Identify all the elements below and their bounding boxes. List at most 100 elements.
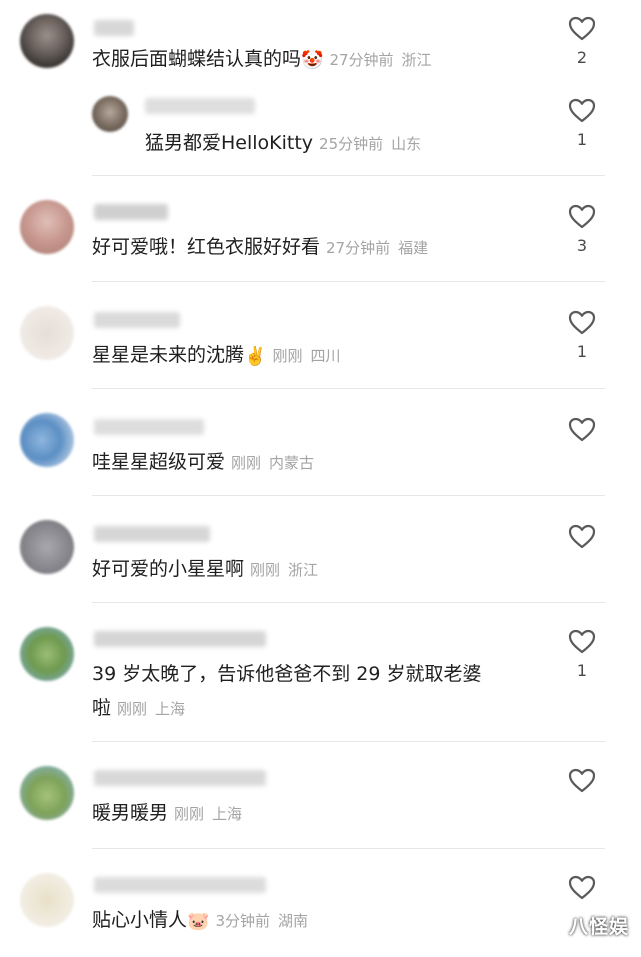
like-button[interactable] [565, 875, 599, 908]
pig-emoji-icon: 🐷 [187, 911, 210, 932]
comment-time: 27分钟前 [329, 51, 394, 69]
reply-like-button[interactable]: 1 [565, 98, 599, 149]
like-button[interactable] [565, 768, 599, 801]
avatar[interactable] [20, 200, 74, 254]
username-blurred[interactable] [94, 20, 134, 36]
like-button[interactable] [565, 417, 599, 450]
comment-item[interactable]: 衣服后面蝴蝶结认真的吗🤡 27分钟前 浙江 2 猛男都爱HelloKitty 25分钟… [0, 0, 641, 176]
comment-time: 3分钟前 [215, 912, 270, 930]
reply-time: 25分钟前 [319, 135, 384, 153]
clown-emoji-icon: 🤡 [301, 50, 324, 71]
comment-body: 好可爱哦！红色衣服好好看 [92, 236, 321, 258]
comment-time: 刚刚 [117, 700, 148, 718]
like-button[interactable]: 1 [565, 310, 599, 361]
comment-time: 刚刚 [174, 805, 205, 823]
heart-outline-icon [568, 16, 596, 41]
reply-body: 猛男都爱HelloKitty [145, 132, 314, 154]
avatar[interactable] [20, 14, 74, 68]
watermark: 八怪娱 [568, 916, 629, 938]
comment-text[interactable]: 好可爱的小星星啊 刚刚 浙江 [92, 554, 318, 585]
comment-text[interactable]: 哇星星超级可爱 刚刚 内蒙古 [92, 447, 314, 478]
comment-body: 啦 [92, 697, 112, 719]
heart-outline-icon [568, 310, 596, 335]
reply-text[interactable]: 猛男都爱HelloKitty 25分钟前 山东 [145, 128, 421, 159]
reply-location: 山东 [391, 135, 422, 153]
like-count: 1 [576, 342, 588, 361]
reply-avatar[interactable] [92, 96, 128, 132]
username-blurred[interactable] [94, 204, 168, 220]
comment-time: 27分钟前 [326, 239, 391, 257]
comment-location: 浙江 [288, 561, 319, 579]
comment-time: 刚刚 [272, 347, 303, 365]
victory-hand-emoji-icon: ✌️ [244, 346, 267, 367]
like-count: 3 [576, 236, 588, 255]
comment-meta: 27分钟前 福建 [326, 239, 428, 257]
comment-meta: 刚刚 浙江 [250, 561, 318, 579]
comment-text-line2[interactable]: 啦刚刚 上海 [92, 693, 185, 724]
comment-item[interactable]: 星星是未来的沈腾✌️ 刚刚 四川 1 [0, 282, 641, 389]
comment-body: 39 岁太晚了，告诉他爸爸不到 29 岁就取老婆 [92, 663, 482, 685]
like-count: 2 [576, 48, 588, 67]
username-blurred[interactable] [94, 770, 266, 786]
avatar[interactable] [20, 873, 74, 927]
username-blurred[interactable] [94, 877, 266, 893]
heart-outline-icon [568, 768, 596, 793]
comment-item[interactable]: 哇星星超级可爱 刚刚 内蒙古 [0, 389, 641, 496]
comment-body: 衣服后面蝴蝶结认真的吗 [92, 48, 302, 70]
heart-outline-icon [568, 98, 596, 123]
username-blurred[interactable] [94, 312, 180, 328]
avatar[interactable] [20, 306, 74, 360]
comment-location: 上海 [212, 805, 243, 823]
comment-item[interactable]: 贴心小情人🐷 3分钟前 湖南 [0, 849, 641, 957]
comment-location: 湖南 [277, 912, 308, 930]
comment-body: 星星是未来的沈腾 [92, 344, 245, 366]
comment-location: 内蒙古 [269, 454, 315, 472]
comment-text[interactable]: 贴心小情人🐷 3分钟前 湖南 [92, 905, 308, 936]
comment-time: 刚刚 [231, 454, 262, 472]
username-blurred[interactable] [94, 526, 210, 542]
comment-meta: 3分钟前 湖南 [215, 912, 308, 930]
comment-location: 上海 [155, 700, 186, 718]
comment-body: 贴心小情人 [92, 909, 188, 931]
comment-meta: 刚刚 四川 [272, 347, 340, 365]
comment-location: 四川 [310, 347, 341, 365]
heart-outline-icon [568, 629, 596, 654]
comment-item[interactable]: 暖男暖男 刚刚 上海 [0, 742, 641, 849]
comment-text[interactable]: 衣服后面蝴蝶结认真的吗🤡 27分钟前 浙江 [92, 44, 432, 75]
comment-body: 暖男暖男 [92, 802, 169, 824]
like-button[interactable]: 3 [565, 204, 599, 255]
comment-item[interactable]: 39 岁太晚了，告诉他爸爸不到 29 岁就取老婆 啦刚刚 上海 1 [0, 603, 641, 742]
like-button[interactable]: 2 [565, 16, 599, 67]
avatar[interactable] [20, 766, 74, 820]
comment-body: 哇星星超级可爱 [92, 451, 226, 473]
like-button[interactable] [565, 524, 599, 557]
comment-body: 好可爱的小星星啊 [92, 558, 245, 580]
comment-item[interactable]: 好可爱哦！红色衣服好好看 27分钟前 福建 3 [0, 176, 641, 282]
reply-meta: 25分钟前 山东 [319, 135, 421, 153]
like-button[interactable]: 1 [565, 629, 599, 680]
heart-outline-icon [568, 204, 596, 229]
heart-outline-icon [568, 417, 596, 442]
comment-location: 福建 [398, 239, 429, 257]
comment-meta: 刚刚 上海 [174, 805, 242, 823]
comment-meta: 刚刚 上海 [117, 700, 185, 718]
comment-item[interactable]: 好可爱的小星星啊 刚刚 浙江 [0, 496, 641, 603]
comment-meta: 刚刚 内蒙古 [231, 454, 314, 472]
avatar[interactable] [20, 627, 74, 681]
comment-time: 刚刚 [250, 561, 281, 579]
username-blurred[interactable] [94, 631, 266, 647]
reply-username-blurred[interactable] [145, 98, 255, 114]
avatar[interactable] [20, 520, 74, 574]
heart-outline-icon [568, 875, 596, 900]
comment-text[interactable]: 好可爱哦！红色衣服好好看 27分钟前 福建 [92, 232, 428, 263]
comment-text[interactable]: 暖男暖男 刚刚 上海 [92, 798, 242, 829]
comment-text[interactable]: 星星是未来的沈腾✌️ 刚刚 四川 [92, 340, 340, 371]
heart-outline-icon [568, 524, 596, 549]
like-count: 1 [576, 661, 588, 680]
comment-location: 浙江 [401, 51, 432, 69]
like-count: 1 [576, 130, 588, 149]
comment-text[interactable]: 39 岁太晚了，告诉他爸爸不到 29 岁就取老婆 [92, 659, 481, 689]
username-blurred[interactable] [94, 419, 204, 435]
comment-meta: 27分钟前 浙江 [329, 51, 431, 69]
avatar[interactable] [20, 413, 74, 467]
